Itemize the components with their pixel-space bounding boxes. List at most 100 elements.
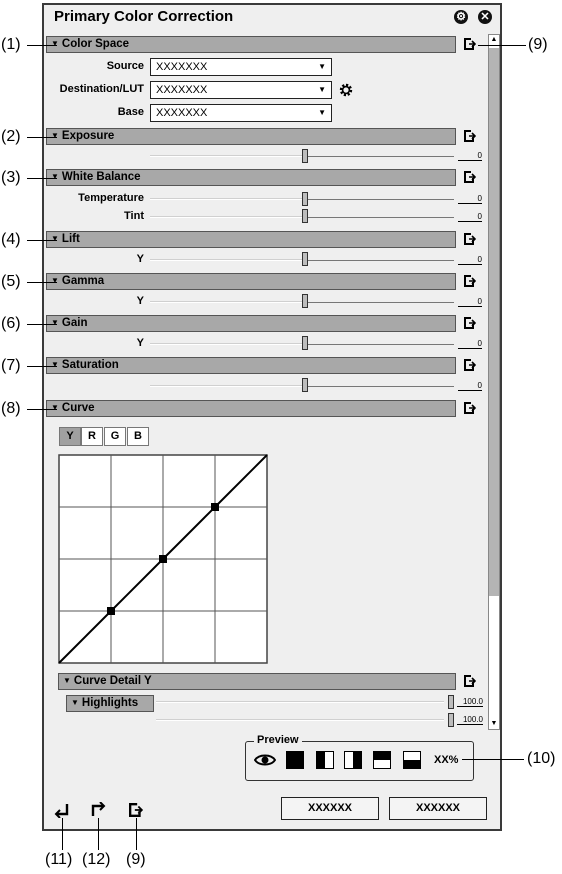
- collapse-triangle-icon[interactable]: ▼: [63, 676, 71, 685]
- gain-value[interactable]: 0: [458, 339, 482, 349]
- temperature-value[interactable]: 0: [458, 194, 482, 204]
- close-icon[interactable]: ✕: [478, 10, 492, 24]
- section-gain[interactable]: ▼ Gain: [46, 315, 456, 332]
- tint-slider-thumb[interactable]: [302, 209, 308, 223]
- highlights-value-2[interactable]: 100.0: [457, 715, 483, 725]
- curve-control-point[interactable]: [107, 607, 115, 615]
- gamma-y-label: Y: [136, 295, 144, 307]
- tint-value[interactable]: 0: [458, 212, 482, 222]
- curve-control-point[interactable]: [211, 503, 219, 511]
- callout-line: [27, 366, 57, 367]
- destination-lut-value: XXXXXXX: [156, 84, 208, 96]
- destination-lut-select[interactable]: XXXXXXX ▼: [150, 81, 332, 99]
- export-icon[interactable]: [464, 317, 476, 329]
- slider-track: [150, 155, 302, 157]
- collapse-triangle-icon[interactable]: ▼: [51, 360, 59, 369]
- lift-value[interactable]: 0: [458, 255, 482, 265]
- callout-line: [27, 240, 57, 241]
- collapse-triangle-icon[interactable]: ▼: [51, 318, 59, 327]
- slider-track: [308, 302, 454, 303]
- callout-line: [27, 324, 57, 325]
- tab-y[interactable]: Y: [59, 427, 81, 446]
- chevron-down-icon: ▼: [318, 108, 326, 117]
- temperature-slider-thumb[interactable]: [302, 192, 308, 206]
- slider-track: [308, 217, 454, 218]
- section-gamma[interactable]: ▼ Gamma: [46, 273, 456, 290]
- source-select[interactable]: XXXXXXX ▼: [150, 58, 332, 76]
- section-exposure[interactable]: ▼ Exposure: [46, 128, 456, 145]
- preview-split-horizontal-bottom-button[interactable]: [403, 751, 421, 769]
- preview-split-vertical-right-button[interactable]: [344, 751, 362, 769]
- collapse-triangle-icon[interactable]: ▼: [71, 698, 79, 707]
- slider-track: [308, 344, 454, 345]
- collapse-triangle-icon[interactable]: ▼: [51, 39, 59, 48]
- tab-b[interactable]: B: [127, 427, 149, 446]
- export-icon[interactable]: [464, 38, 476, 50]
- highlights-value-1[interactable]: 100.0: [457, 697, 483, 707]
- callout-12: (12): [82, 851, 111, 868]
- gain-slider-thumb[interactable]: [302, 336, 308, 350]
- lift-y-label: Y: [136, 253, 144, 265]
- section-highlights[interactable]: ▼ Highlights: [66, 695, 154, 712]
- curve-graph[interactable]: [58, 454, 270, 666]
- cancel-button[interactable]: XXXXXX: [389, 797, 487, 820]
- export-icon[interactable]: [464, 675, 476, 687]
- highlights-slider-thumb-2[interactable]: [448, 713, 454, 727]
- section-label: Gain: [61, 317, 88, 329]
- saturation-slider-thumb[interactable]: [302, 378, 308, 392]
- curve-control-point[interactable]: [159, 555, 167, 563]
- collapse-triangle-icon[interactable]: ▼: [51, 276, 59, 285]
- redo-icon[interactable]: [90, 802, 106, 818]
- callout-9: (9): [528, 36, 548, 53]
- eye-icon[interactable]: [254, 752, 276, 768]
- collapse-triangle-icon[interactable]: ▼: [51, 403, 59, 412]
- slider-track: [308, 156, 454, 157]
- highlights-slider-thumb-1[interactable]: [448, 695, 454, 709]
- section-curve[interactable]: ▼ Curve: [46, 400, 456, 417]
- preview-full-button[interactable]: [286, 751, 304, 769]
- gamma-value[interactable]: 0: [458, 297, 482, 307]
- export-icon[interactable]: [129, 803, 143, 817]
- scroll-down-icon[interactable]: ▼: [488, 718, 500, 730]
- section-white-balance[interactable]: ▼ White Balance: [46, 169, 456, 186]
- lift-slider-thumb[interactable]: [302, 252, 308, 266]
- slider-track: [150, 385, 302, 387]
- preview-label: Preview: [254, 734, 302, 746]
- gamma-slider-thumb[interactable]: [302, 294, 308, 308]
- ok-button[interactable]: XXXXXX: [281, 797, 379, 820]
- collapse-triangle-icon[interactable]: ▼: [51, 234, 59, 243]
- tab-r[interactable]: R: [81, 427, 103, 446]
- gear-icon[interactable]: [338, 82, 354, 98]
- section-lift[interactable]: ▼ Lift: [46, 231, 456, 248]
- export-icon[interactable]: [464, 275, 476, 287]
- saturation-value[interactable]: 0: [458, 381, 482, 391]
- preview-split-horizontal-top-button[interactable]: [373, 751, 391, 769]
- tab-g[interactable]: G: [104, 427, 126, 446]
- export-icon[interactable]: [464, 233, 476, 245]
- slider-track: [150, 301, 302, 303]
- preview-split-vertical-left-button[interactable]: [316, 751, 334, 769]
- collapse-triangle-icon[interactable]: ▼: [51, 172, 59, 181]
- scrollbar-thumb[interactable]: [489, 48, 499, 596]
- export-icon[interactable]: [464, 359, 476, 371]
- callout-line: [27, 409, 57, 410]
- slider-track: [150, 259, 302, 261]
- export-icon[interactable]: [464, 130, 476, 142]
- undo-icon[interactable]: [54, 802, 70, 818]
- section-label: Lift: [61, 233, 80, 245]
- base-select[interactable]: XXXXXXX ▼: [150, 104, 332, 122]
- settings-icon[interactable]: ⚙: [454, 10, 468, 24]
- exposure-value[interactable]: 0: [458, 151, 482, 161]
- section-color-space[interactable]: ▼ Color Space: [46, 36, 456, 53]
- export-icon[interactable]: [464, 171, 476, 183]
- export-icon[interactable]: [464, 402, 476, 414]
- callout-line: [136, 818, 137, 850]
- preview-zoom[interactable]: XX%: [434, 754, 458, 766]
- slider-track: [308, 260, 454, 261]
- callout-5: (5): [1, 273, 21, 290]
- collapse-triangle-icon[interactable]: ▼: [51, 131, 59, 140]
- section-saturation[interactable]: ▼ Saturation: [46, 357, 456, 374]
- callout-line: [462, 759, 524, 760]
- exposure-slider-thumb[interactable]: [302, 149, 308, 163]
- section-curve-detail[interactable]: ▼ Curve Detail Y: [58, 673, 456, 690]
